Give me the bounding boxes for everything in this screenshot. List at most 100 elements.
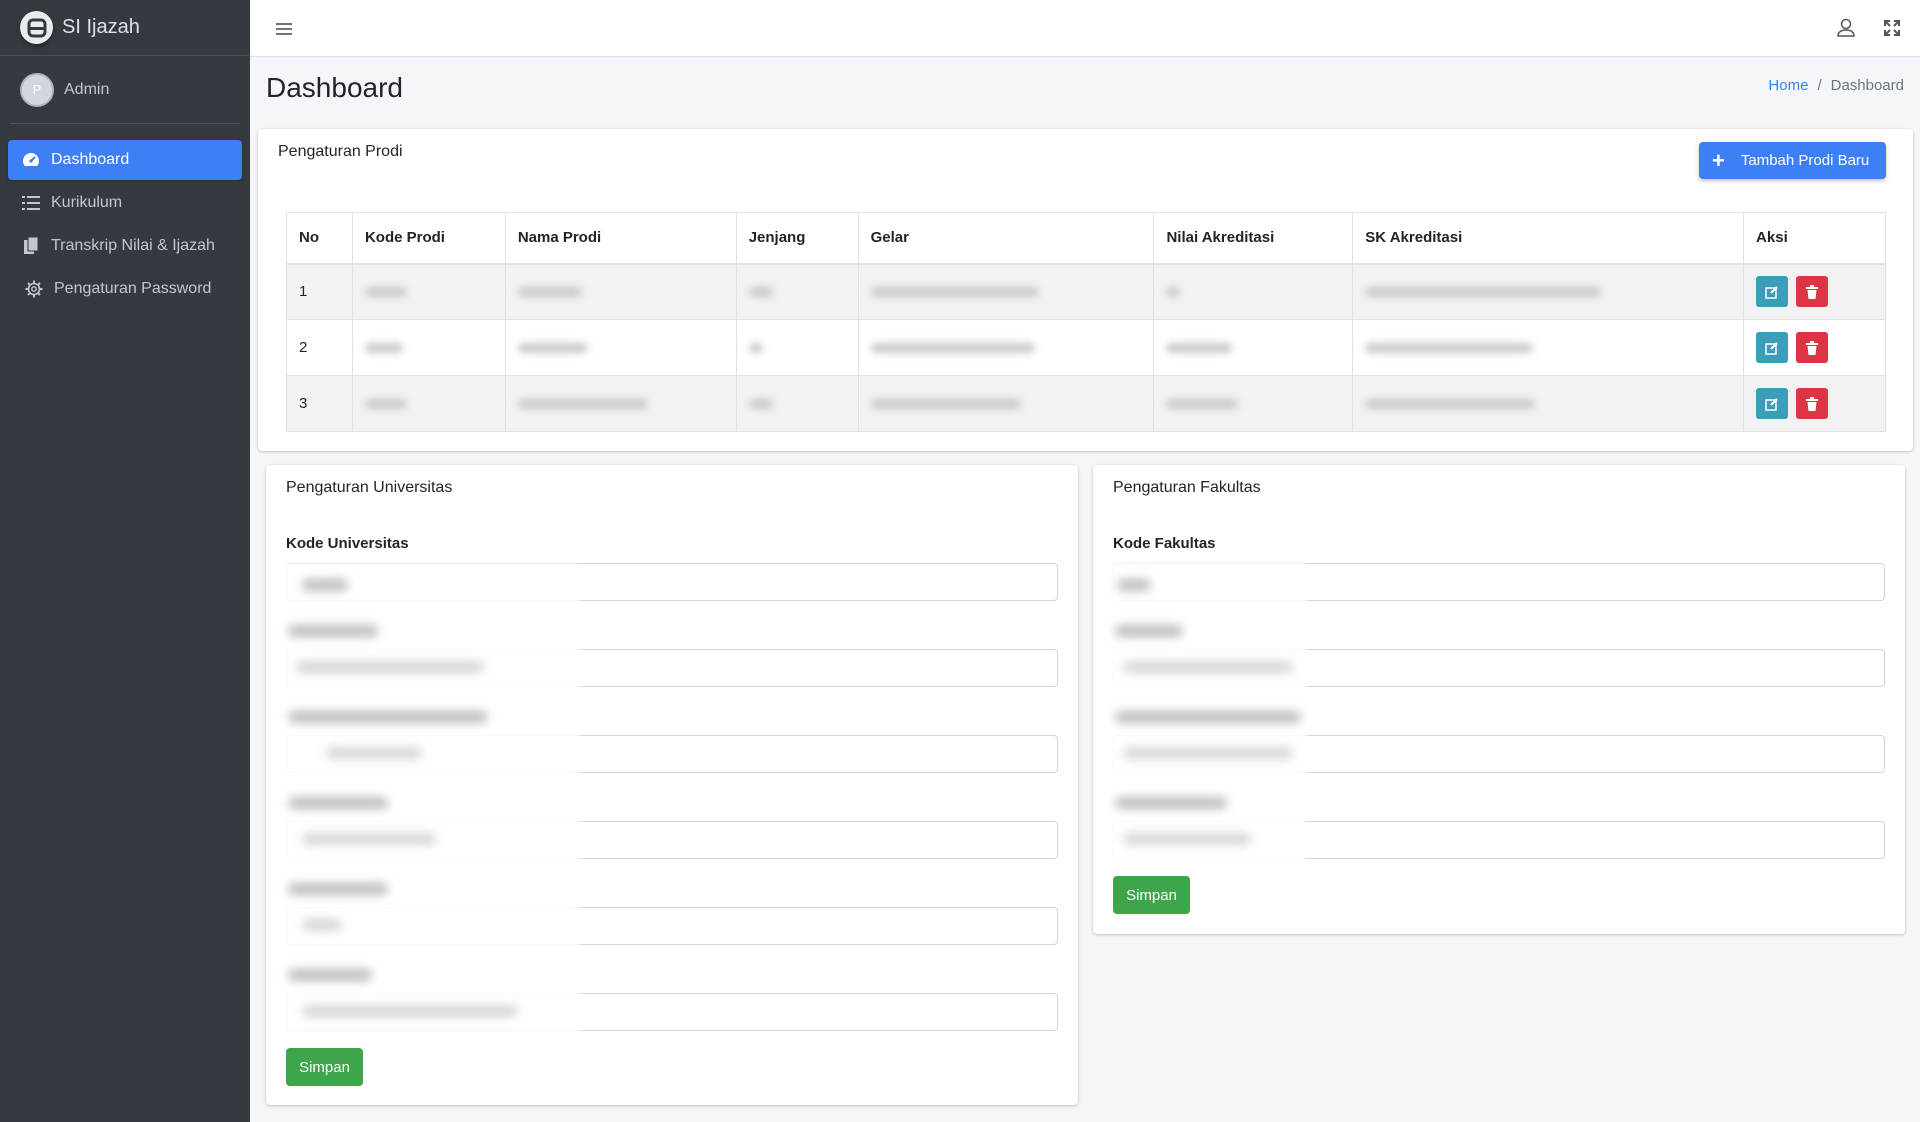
sidebar-item-label: Dashboard — [51, 151, 130, 168]
blurred-cell — [857, 263, 1155, 320]
edit-icon — [1765, 286, 1778, 299]
blurred-text — [1115, 797, 1227, 809]
blurred-cell — [1153, 375, 1354, 432]
blurred-cell — [1153, 319, 1354, 376]
blurred-text — [288, 797, 388, 809]
blurred-cell — [1153, 263, 1354, 320]
breadcrumb-separator: / — [1817, 77, 1822, 94]
blurred-cell — [504, 375, 737, 432]
blurred-text — [296, 661, 484, 673]
delete-button[interactable] — [1796, 388, 1829, 419]
sidebar-item-label: Pengaturan Password — [54, 280, 212, 297]
blurred-cell — [351, 319, 506, 376]
kode-universitas-label: Kode Universitas — [286, 535, 409, 552]
universitas-card-title: Pengaturan Universitas — [286, 479, 453, 496]
blurred-text — [1123, 661, 1293, 673]
blurred-text — [288, 625, 378, 637]
column-header: Nilai Akreditasi — [1153, 212, 1354, 265]
breadcrumb-home-link[interactable]: Home — [1768, 77, 1808, 94]
column-header: Jenjang — [735, 212, 859, 265]
trash-icon — [1806, 284, 1819, 299]
gear-icon — [23, 278, 45, 300]
actions-cell — [1743, 319, 1886, 376]
column-header: Kode Prodi — [351, 212, 506, 265]
blurred-text — [326, 747, 422, 759]
top-navbar — [250, 0, 1920, 57]
blurred-text — [302, 1005, 518, 1017]
blurred-text — [1123, 747, 1293, 759]
copy-icon — [20, 235, 42, 257]
edit-button[interactable] — [1756, 388, 1789, 419]
save-fakultas-button[interactable]: Simpan — [1113, 876, 1190, 914]
brand-link[interactable]: SI Ijazah — [0, 0, 250, 56]
trash-icon — [1806, 340, 1819, 355]
brand-title: SI Ijazah — [62, 16, 140, 38]
breadcrumb-current: Dashboard — [1830, 77, 1904, 94]
sidebar-nav: Dashboard Kurikulum Transkrip Nilai & Ij… — [0, 124, 250, 309]
table-row: 2 — [286, 319, 1886, 376]
blurred-cell — [504, 319, 737, 376]
blurred-text — [288, 969, 372, 981]
edit-button[interactable] — [1756, 332, 1789, 363]
actions-cell — [1743, 375, 1886, 432]
blurred-text — [288, 883, 388, 895]
sidebar-item-label: Transkrip Nilai & Ijazah — [51, 237, 215, 254]
trash-icon — [1806, 396, 1819, 411]
edit-button[interactable] — [1756, 276, 1789, 308]
blurred-text — [302, 833, 436, 845]
blurred-cell — [735, 375, 859, 432]
blurred-cell — [351, 263, 506, 320]
sidebar: SI Ijazah P Admin Dashboard Kurikulum Tr… — [0, 0, 250, 1122]
prodi-card: Pengaturan Prodi + Tambah Prodi Baru No … — [258, 129, 1913, 451]
column-header: SK Akreditasi — [1352, 212, 1745, 265]
fullscreen-icon[interactable] — [1880, 16, 1904, 40]
user-name[interactable]: Admin — [64, 81, 109, 99]
sidebar-item-kurikulum[interactable]: Kurikulum — [8, 183, 242, 223]
blurred-text — [302, 579, 348, 591]
sidebar-item-dashboard[interactable]: Dashboard — [8, 140, 242, 180]
prodi-table: No Kode Prodi Nama Prodi Jenjang Gelar N… — [286, 212, 1886, 432]
fakultas-card: Pengaturan Fakultas Kode Fakultas Simpan — [1093, 465, 1905, 934]
add-prodi-button[interactable]: + Tambah Prodi Baru — [1699, 142, 1886, 179]
column-header: Gelar — [857, 212, 1155, 265]
add-prodi-label: Tambah Prodi Baru — [1740, 152, 1870, 169]
kode-fakultas-label: Kode Fakultas — [1113, 535, 1216, 552]
brand-logo-icon — [20, 11, 53, 44]
table-header-row: No Kode Prodi Nama Prodi Jenjang Gelar N… — [286, 212, 1886, 265]
blurred-text — [1115, 711, 1301, 723]
user-panel[interactable]: P Admin — [10, 56, 240, 124]
row-number: 2 — [286, 319, 353, 376]
edit-icon — [1765, 397, 1778, 411]
user-icon[interactable] — [1834, 16, 1858, 40]
blurred-cell — [504, 263, 737, 320]
delete-button[interactable] — [1796, 332, 1829, 363]
column-header: No — [286, 212, 353, 265]
column-header: Nama Prodi — [504, 212, 737, 265]
blurred-text — [1117, 579, 1151, 591]
blurred-cell — [857, 319, 1155, 376]
row-number: 1 — [286, 263, 353, 320]
menu-toggle-icon[interactable] — [272, 17, 296, 41]
blurred-text — [302, 919, 342, 931]
blurred-cell — [1352, 263, 1745, 320]
actions-cell — [1743, 263, 1886, 320]
list-icon — [20, 192, 42, 214]
save-universitas-button[interactable]: Simpan — [286, 1048, 363, 1086]
sidebar-item-transkrip[interactable]: Transkrip Nilai & Ijazah — [8, 226, 242, 266]
blurred-cell — [857, 375, 1155, 432]
fakultas-card-title: Pengaturan Fakultas — [1113, 479, 1261, 496]
blurred-cell — [735, 319, 859, 376]
table-row: 1 — [286, 263, 1886, 320]
sidebar-item-label: Kurikulum — [51, 194, 123, 211]
sidebar-item-password[interactable]: Pengaturan Password — [8, 269, 242, 309]
avatar: P — [20, 72, 54, 107]
plus-icon: + — [1712, 147, 1725, 173]
blurred-cell — [351, 375, 506, 432]
delete-button[interactable] — [1796, 276, 1829, 308]
row-number: 3 — [286, 375, 353, 432]
prodi-card-title: Pengaturan Prodi — [278, 143, 403, 160]
breadcrumb: Home / Dashboard — [1768, 77, 1904, 94]
blurred-text — [288, 711, 488, 723]
column-header: Aksi — [1743, 212, 1886, 265]
blurred-text — [1123, 833, 1251, 845]
